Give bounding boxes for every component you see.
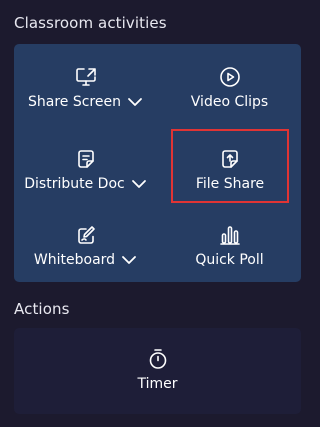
whiteboard-button[interactable]: Whiteboard [14,202,157,276]
file-upload-icon [222,150,238,168]
video-clips-button[interactable]: Video Clips [158,44,301,118]
share-screen-icon [75,68,96,86]
timer-label: Timer [137,376,178,392]
timer-button[interactable]: Timer [14,328,301,414]
file-share-button[interactable]: File Share [171,129,289,203]
actions-panel: Timer [14,328,301,414]
document-icon [77,150,94,168]
video-clips-label: Video Clips [190,94,269,110]
file-share-label: File Share [195,176,265,192]
share-screen-label: Share Screen [28,94,121,110]
timer-icon [149,349,166,369]
chevron-down-icon[interactable] [121,255,137,265]
quick-poll-label: Quick Poll [195,252,264,268]
classroom-activities-panel: Share Screen Video Clips Distribute Doc [14,44,301,282]
distribute-doc-button[interactable]: Distribute Doc [14,126,157,200]
classroom-activities-heading: Classroom activities [14,14,167,32]
chevron-down-icon[interactable] [131,179,147,189]
actions-heading: Actions [14,300,70,318]
distribute-doc-label: Distribute Doc [24,176,125,192]
poll-icon [219,226,240,245]
share-screen-button[interactable]: Share Screen [14,44,157,118]
chevron-down-icon[interactable] [127,97,143,107]
whiteboard-label: Whiteboard [33,252,116,268]
quick-poll-button[interactable]: Quick Poll [158,202,301,276]
whiteboard-icon [77,226,95,244]
video-clips-icon [219,67,240,87]
